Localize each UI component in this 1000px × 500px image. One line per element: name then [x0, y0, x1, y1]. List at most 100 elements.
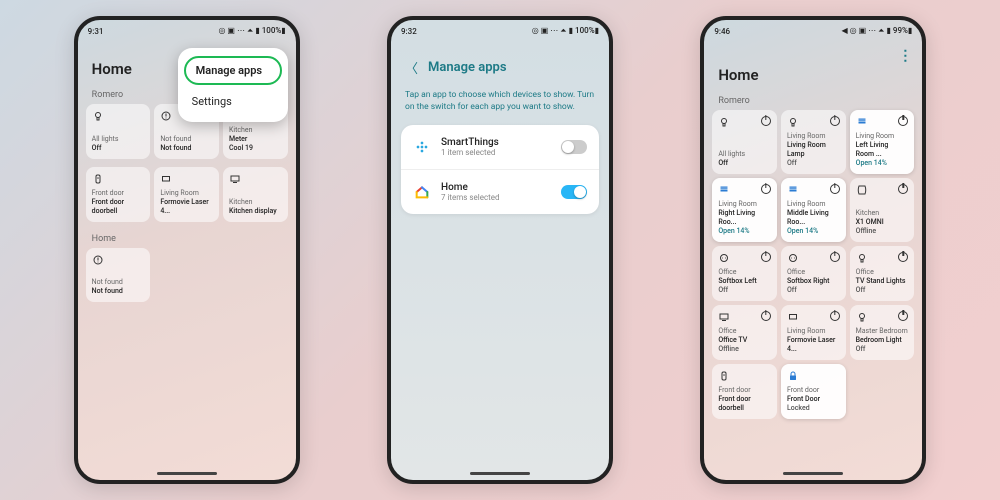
- tile-room: Not found: [160, 135, 213, 144]
- tile-name: Kitchen display: [229, 207, 282, 216]
- power-icon[interactable]: [761, 252, 771, 262]
- tile-room: Living Room: [718, 200, 771, 209]
- device-tile[interactable]: Living RoomFormovie Laser 4...: [154, 167, 219, 222]
- bulb-icon: [787, 116, 799, 131]
- app-row[interactable]: Home7 items selected: [401, 170, 599, 214]
- device-tile[interactable]: Living RoomFormovie Laser 4...: [781, 305, 846, 360]
- app-row[interactable]: SmartThings1 item selected: [401, 125, 599, 170]
- power-icon[interactable]: [898, 311, 908, 321]
- tile-name: Not found: [160, 144, 213, 153]
- back-icon[interactable]: 〈: [405, 58, 418, 77]
- app-toggle[interactable]: [561, 140, 587, 154]
- tile-status: Off: [718, 286, 771, 295]
- device-tile[interactable]: Living RoomRight Living Roo...Open 14%: [712, 178, 777, 242]
- device-tile[interactable]: All lightsOff: [86, 104, 151, 159]
- phone-screenshot-3: 9:46 ◀ ◎ ▣ ⋯ ⏶ ▮ 99%▮ ⋮ Home Romero All …: [700, 16, 926, 484]
- doorbell-icon: [92, 173, 104, 188]
- tv-sm-icon: [160, 173, 172, 188]
- menu-item-settings[interactable]: Settings: [178, 87, 288, 116]
- device-tile[interactable]: KitchenKitchen display: [223, 167, 288, 222]
- blinds-icon: [718, 184, 730, 199]
- device-tile[interactable]: OfficeTV Stand LightsOff: [850, 246, 915, 301]
- tile-status: Off: [856, 286, 909, 295]
- blinds-icon: [856, 116, 868, 131]
- tv-sm-icon: [787, 311, 799, 326]
- clock: 9:32: [401, 27, 417, 36]
- app-icon: [413, 138, 431, 156]
- tile-name: X1 OMNI: [856, 218, 909, 227]
- tile-name: Cool 19: [229, 144, 282, 153]
- gesture-bar: [157, 472, 217, 475]
- phone-screenshot-2: 9:32 ◎ ▣ ⋯ ⏶ ▮ 100%▮ 〈 Manage apps Tap a…: [387, 16, 613, 484]
- apps-list: SmartThings1 item selectedHome7 items se…: [401, 125, 599, 214]
- status-icons: ◀ ◎ ▣ ⋯ ⏶ ▮ 99%▮: [842, 26, 913, 36]
- power-icon[interactable]: [898, 252, 908, 262]
- tile-room: Office: [856, 268, 909, 277]
- tile-room: Kitchen: [856, 209, 909, 218]
- device-tile[interactable]: Front doorFront door doorbell: [712, 364, 777, 419]
- tile-room: Living Room: [856, 132, 909, 141]
- section-label: Home: [78, 230, 296, 248]
- power-icon[interactable]: [830, 116, 840, 126]
- bulb-icon: [718, 116, 730, 131]
- speaker-icon: [856, 184, 868, 199]
- power-icon[interactable]: [830, 184, 840, 194]
- power-icon[interactable]: [830, 252, 840, 262]
- tile-status: Locked: [787, 404, 840, 413]
- plug-icon: [718, 252, 730, 267]
- bulb-icon: [856, 311, 868, 326]
- gesture-bar: [470, 472, 530, 475]
- tile-name: Living Room Lamp: [787, 141, 840, 159]
- menu-item-manage-apps[interactable]: Manage apps: [184, 56, 282, 85]
- tile-status: Off: [787, 286, 840, 295]
- tile-name: Front door doorbell: [92, 198, 145, 216]
- page-title: Home: [704, 40, 922, 92]
- tile-room: Not found: [92, 278, 145, 287]
- tile-status: Off: [856, 345, 909, 354]
- tile-room: Office: [787, 268, 840, 277]
- device-tile[interactable]: Front doorFront DoorLocked: [781, 364, 846, 419]
- lock-icon: [787, 370, 799, 385]
- tile-name: Right Living Roo...: [718, 209, 771, 227]
- device-tile[interactable]: All lightsOff: [712, 110, 777, 174]
- power-icon[interactable]: [761, 116, 771, 126]
- power-icon[interactable]: [761, 184, 771, 194]
- tile-name: Front Door: [787, 395, 840, 404]
- device-tile[interactable]: Front doorFront door doorbell: [86, 167, 151, 222]
- device-grid: Not foundNot found: [78, 248, 296, 310]
- device-tile[interactable]: OfficeSoftbox RightOff: [781, 246, 846, 301]
- device-tile[interactable]: Master BedroomBedroom LightOff: [850, 305, 915, 360]
- power-icon[interactable]: [898, 184, 908, 194]
- device-tile[interactable]: Living RoomMiddle Living Roo...Open 14%: [781, 178, 846, 242]
- status-bar: 9:31 ◎ ▣ ⋯ ⏶ ▮ 100%▮: [78, 20, 296, 38]
- plug-icon: [787, 252, 799, 267]
- tile-name: Softbox Right: [787, 277, 840, 286]
- alert-icon: [92, 254, 104, 269]
- app-toggle[interactable]: [561, 185, 587, 199]
- device-tile[interactable]: OfficeOffice TVOffline: [712, 305, 777, 360]
- status-bar: 9:46 ◀ ◎ ▣ ⋯ ⏶ ▮ 99%▮: [704, 20, 922, 38]
- tv-icon: [229, 173, 241, 188]
- page-description: Tap an app to choose which devices to sh…: [391, 83, 609, 125]
- device-tile[interactable]: KitchenX1 OMNIOffline: [850, 178, 915, 242]
- clock: 9:46: [714, 27, 730, 36]
- tv-icon: [718, 311, 730, 326]
- power-icon[interactable]: [830, 311, 840, 321]
- app-icon: [413, 183, 431, 201]
- tile-name: Front door doorbell: [718, 395, 771, 413]
- device-tile[interactable]: Living RoomLeft Living Room ...Open 14%: [850, 110, 915, 174]
- power-icon[interactable]: [898, 116, 908, 126]
- app-name: Home: [441, 182, 551, 193]
- tile-name: Middle Living Roo...: [787, 209, 840, 227]
- tile-room: All lights: [92, 135, 145, 144]
- device-tile[interactable]: Not foundNot found: [86, 248, 151, 302]
- device-tile[interactable]: OfficeSoftbox LeftOff: [712, 246, 777, 301]
- phone-screenshot-1: 9:31 ◎ ▣ ⋯ ⏶ ▮ 100%▮ Home Romero All lig…: [74, 16, 300, 484]
- tile-room: Front door: [92, 189, 145, 198]
- power-icon[interactable]: [761, 311, 771, 321]
- tile-name: Office TV: [718, 336, 771, 345]
- device-tile[interactable]: Living RoomLiving Room LampOff: [781, 110, 846, 174]
- tile-name: Formovie Laser 4...: [160, 198, 213, 216]
- tile-status: Offline: [718, 345, 771, 354]
- clock: 9:31: [88, 27, 104, 36]
